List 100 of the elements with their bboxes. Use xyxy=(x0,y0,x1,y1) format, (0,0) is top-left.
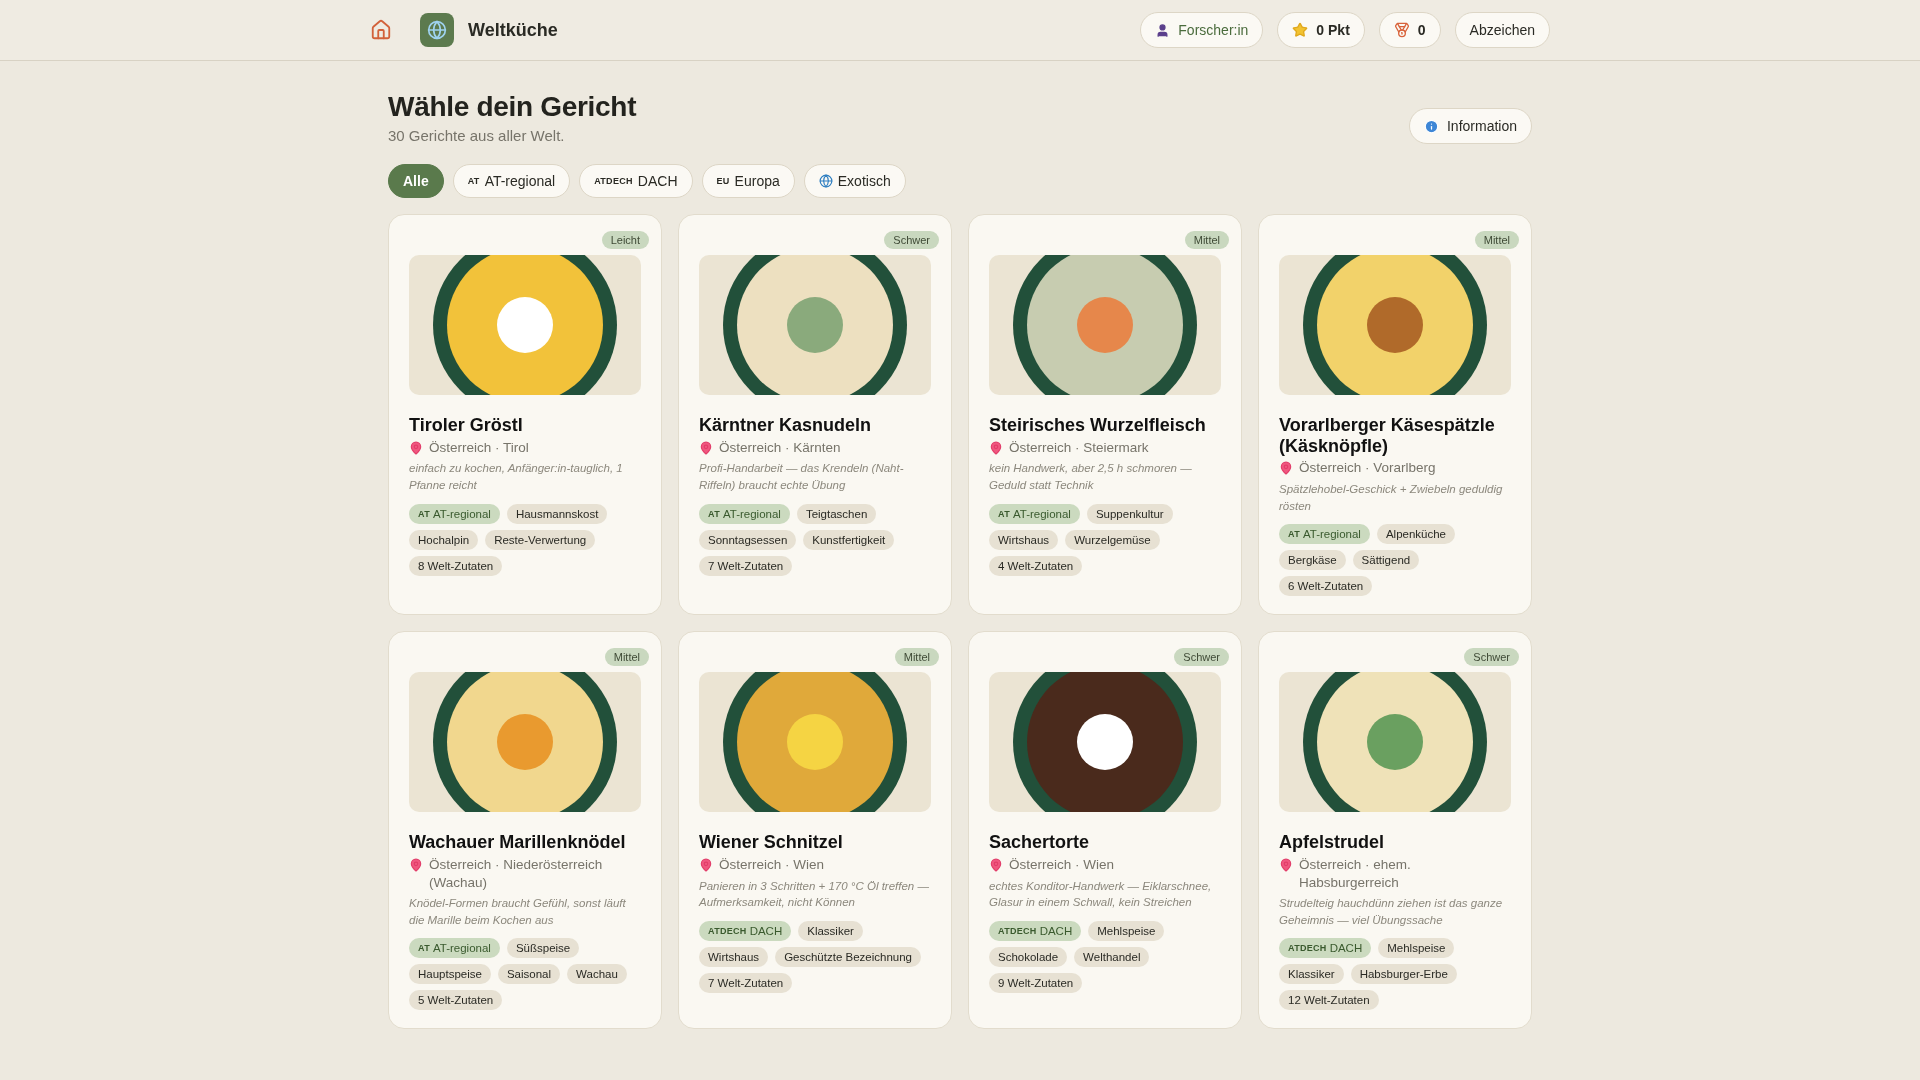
dish-tag: Habsburger-Erbe xyxy=(1350,964,1457,985)
dish-tag: Schokolade xyxy=(989,946,1068,967)
dish-tag: Hausmannskost xyxy=(506,503,608,524)
dish-name: Wiener Schnitzel xyxy=(699,832,844,853)
pin-icon xyxy=(699,857,713,872)
dish-card[interactable] xyxy=(388,631,662,1030)
pin-icon xyxy=(1279,461,1293,476)
medals-button[interactable]: 0 xyxy=(1378,12,1441,48)
dish-tag: AT AT-regional xyxy=(699,503,790,524)
filter-chip[interactable]: ATDECH DACH xyxy=(579,164,693,198)
pin-icon xyxy=(409,440,423,455)
dish-name: Steirisches Wurzelfleisch xyxy=(989,415,1207,436)
difficulty-badge: Schwer xyxy=(884,231,939,249)
dish-location: Österreich · Vorarlberg xyxy=(1299,459,1436,477)
difficulty-badge: Mittel xyxy=(1184,231,1229,249)
dish-tag: 12 Welt-Zutaten xyxy=(1279,990,1379,1011)
medal-icon xyxy=(1393,22,1410,38)
dish-tag: Mehlspeise xyxy=(1088,920,1165,941)
difficulty-badge: Mittel xyxy=(604,648,649,667)
dish-tag: 4 Welt-Zutaten xyxy=(989,555,1083,576)
dish-location: Österreich · Niederösterreich (Wachau) xyxy=(429,855,604,892)
dish-note: Knödel-Formen braucht Gefühl, sonst läuft die Marille beim Kochen aus xyxy=(409,896,627,928)
dish-name: Vorarlberger Käsespätzle (Käsknöpfle) xyxy=(1279,415,1496,457)
dish-tag: Suppenkultur xyxy=(1086,503,1173,524)
dish-tag: 8 Welt-Zutaten xyxy=(409,555,503,576)
pin-icon xyxy=(699,440,713,455)
dish-location: Österreich · Wien xyxy=(1009,855,1115,874)
dish-tag: Wurzelgemüse xyxy=(1065,529,1160,550)
globe-icon xyxy=(818,174,833,188)
dish-note: Profi-Handarbeit — das Krendeln (Naht-Riffeln) braucht echte Übung xyxy=(699,461,905,493)
dish-tag: 5 Welt-Zutaten xyxy=(409,990,503,1011)
home-icon[interactable] xyxy=(370,19,392,41)
dish-tag: AT AT-regional xyxy=(1279,524,1370,545)
dish-tag: Reste-Verwertung xyxy=(485,529,596,550)
filter-chip[interactable]: Alle xyxy=(388,164,444,198)
dish-note: Panieren in 3 Schritten + 170 °C Öl treffen — Aufmerksamkeit, nicht Können xyxy=(699,878,930,911)
dish-location: Österreich · Kärnten xyxy=(719,438,841,457)
app-logo xyxy=(420,13,454,47)
dish-tag: ATDECH DACH xyxy=(989,920,1082,941)
dish-name: Wachauer Marillenknödel xyxy=(409,832,627,853)
information-button[interactable]: Information xyxy=(1408,108,1532,144)
filter-chip[interactable]: Exotisch xyxy=(803,164,906,198)
dish-tag: AT AT-regional xyxy=(409,938,500,959)
dish-tag: Wirtshaus xyxy=(699,946,769,967)
dish-tag: Saisonal xyxy=(497,964,561,985)
filter-chip[interactable]: EU Europa xyxy=(701,164,795,198)
filter-chip[interactable]: AT AT-regional xyxy=(452,164,571,198)
dish-location: Österreich · Wien xyxy=(719,855,825,874)
dish-name: Kärntner Kasnudeln xyxy=(699,415,873,436)
dish-tag: ATDECH DACH xyxy=(1279,938,1372,959)
points-button[interactable]: 0 Pkt xyxy=(1277,12,1365,48)
difficulty-badge: Schwer xyxy=(1174,648,1229,667)
star-icon xyxy=(1292,22,1309,38)
dish-tag: 6 Welt-Zutaten xyxy=(1279,576,1373,597)
difficulty-badge: Mittel xyxy=(1474,231,1519,249)
dish-location: Österreich · Tirol xyxy=(429,438,529,457)
badges-button[interactable]: Abzeichen xyxy=(1454,12,1550,48)
person-icon xyxy=(1155,22,1171,38)
dish-tag: Sonntagsessen xyxy=(699,529,797,550)
dish-note: echtes Konditor-Handwerk — Eiklarschnee, Glasur in einem Schwall, kein Streichen xyxy=(989,878,1213,911)
pin-icon xyxy=(409,857,423,872)
dish-tag: Süßspeise xyxy=(506,938,580,959)
dish-tag: Sättigend xyxy=(1352,550,1420,571)
dish-tag: AT AT-regional xyxy=(409,503,500,524)
dish-note: einfach zu kochen, Anfänger:in-tauglich, 1 Pfanne reicht xyxy=(409,461,624,493)
dish-note: Spätzlehobel-Geschick + Zwiebeln geduldig rösten xyxy=(1279,481,1504,514)
dish-tag: Alpenküche xyxy=(1376,524,1455,545)
app-title: Weltküche xyxy=(468,19,558,41)
dish-tag: Wirtshaus xyxy=(989,529,1059,550)
difficulty-badge: Schwer xyxy=(1464,648,1519,667)
dish-tag: Mehlspeise xyxy=(1378,938,1455,959)
dish-note: Strudelteig hauchdünn ziehen ist das ganze Geheimnis — viel Übungssache xyxy=(1279,896,1504,928)
dish-tag: Geschützte Bezeichnung xyxy=(775,946,921,967)
dish-tag: Klassiker xyxy=(798,920,863,941)
dish-card[interactable]: Schwer Apfelstrudel Österreich · ehem. Habsburgerreich Strudelteig hauchdünn ziehen ist das ganze Geheimnis — viel Übungssache ATDECH DACH Mehlspeise Klassiker Habsburger-Erbe 12 Welt-Zutaten xyxy=(1258,631,1532,1030)
page-title: Wähle dein Gericht xyxy=(388,91,637,123)
dish-tag: Wachau xyxy=(567,964,627,985)
dish-location: Österreich · Steiermark xyxy=(1009,438,1149,457)
dish-tag: Hochalpin xyxy=(409,529,479,550)
difficulty-badge: Mittel xyxy=(894,648,939,667)
dish-card[interactable]: Schwer Sachertorte Österreich · Wien echtes Konditor-Handwerk — Eiklarschnee, Glasur in einem Schwall, kein Streichen ATDECH DACH Mehlspeise Schokolade Welthandel 9 Welt-Zutaten xyxy=(968,631,1242,1030)
dish-card[interactable]: Mittel Vorarlberger Käsespätzle (Käsknöpfle) Österreich · Vorarlberg Spätzlehobel-Geschick + Zwiebeln geduldig rösten AT AT-regional Alpenküche Bergkäse Sättigend 6 Welt-Zutaten xyxy=(1258,214,1532,616)
dish-tag: Bergkäse xyxy=(1279,550,1346,571)
dish-card[interactable]: Leicht Tiroler Gröstl Österreich · Tirol einfach zu kochen, Anfänger:in-tauglich, 1 Pfanne reicht AT AT-regional Hausmannskost Hochalpin Reste-Verwertung 8 Welt-Zutaten xyxy=(388,214,662,616)
pin-icon xyxy=(1279,857,1293,872)
dish-name: Sachertorte xyxy=(989,832,1091,853)
dish-tag: Kunstfertigkeit xyxy=(803,529,895,550)
dish-card[interactable]: Schwer Kärntner Kasnudeln Österreich · Kärnten Profi-Handarbeit — das Krendeln (Naht-Riffeln) braucht echte Übung AT AT-regional Teigtaschen Sonntagsessen Kunstfertigkeit 7 Welt-Zutaten xyxy=(678,214,952,616)
dish-tag: Klassiker xyxy=(1279,964,1344,985)
difficulty-badge: Leicht xyxy=(601,231,649,249)
dish-tag: AT AT-regional xyxy=(989,503,1080,524)
profile-button[interactable]: Forscher:in xyxy=(1140,12,1264,48)
dish-tag: 9 Welt-Zutaten xyxy=(989,972,1083,993)
dish-tag: ATDECH DACH xyxy=(699,920,792,941)
dish-card[interactable]: Mittel Wiener Schnitzel Österreich · Wien Panieren in 3 Schritten + 170 °C Öl treffen — Aufmerksamkeit, nicht Können ATDECH DACH Klassiker Wirtshaus Geschützte Bezeichnung 7 Welt-Zutaten xyxy=(678,631,952,1030)
page-subtitle: 30 Gerichte aus aller Welt. xyxy=(388,127,566,144)
dish-tag: Teigtaschen xyxy=(796,503,877,524)
dish-card[interactable]: Mittel Steirisches Wurzelfleisch Österreich · Steiermark kein Handwerk, aber 2,5 h schmoren — Geduld statt Technik AT AT-regional Suppenkultur Wirtshaus Wurzelgemüse 4 Welt-Zutaten xyxy=(968,214,1242,616)
pin-icon xyxy=(989,857,1003,872)
dish-tag: 7 Welt-Zutaten xyxy=(699,555,793,576)
